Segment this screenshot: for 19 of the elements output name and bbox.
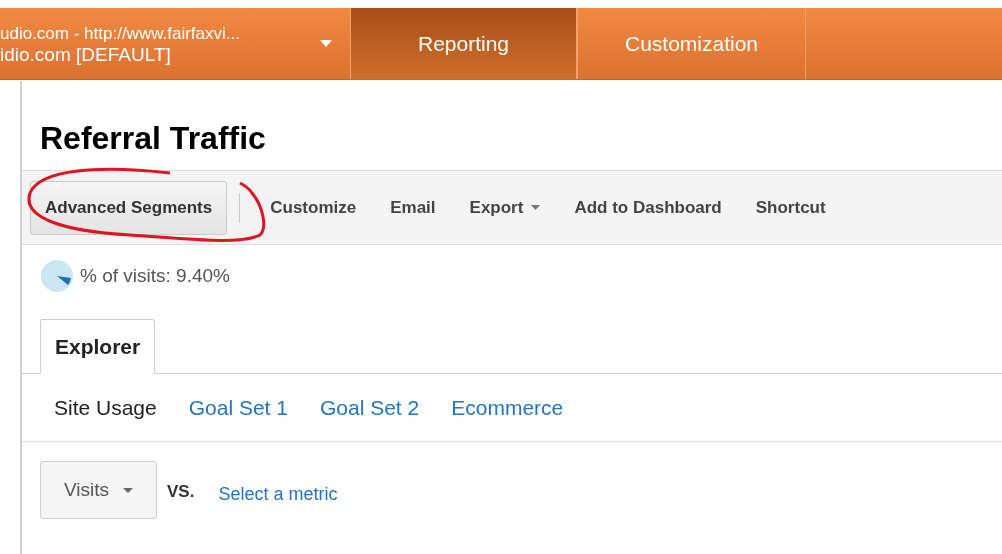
versus-label: VS. [167, 481, 195, 503]
export-menu[interactable]: Export [469, 194, 541, 221]
toolbar-link[interactable]: Email [390, 194, 436, 221]
select-metric-link[interactable]: Select a metric [218, 481, 338, 508]
view-tab[interactable]: Explorer [40, 319, 156, 374]
metric-group-tab[interactable]: Ecommerce [451, 391, 564, 424]
metric-group-tab[interactable]: Goal Set 2 [319, 391, 420, 424]
metric-group-tab[interactable]: Site Usage [54, 391, 157, 424]
page-title: Referral Traffic [39, 119, 267, 158]
metric-dropdown[interactable]: Visits [40, 461, 157, 519]
segments-button[interactable]: Advanced Segments [30, 180, 228, 235]
account-profile: idio.com [DEFAULT] [0, 43, 172, 65]
nav-tab[interactable]: Reporting [350, 8, 577, 79]
metric-group-tab[interactable]: Goal Set 1 [188, 391, 288, 424]
toolbar-link[interactable]: Shortcut [755, 194, 826, 221]
toolbar-link[interactable]: Customize [270, 194, 357, 221]
share-text: % of visits: 9.40% [80, 263, 230, 288]
toolbar-link[interactable]: Add to Dashboard [574, 194, 722, 221]
account-name: udio.com - http://www.fairfaxvi... [0, 22, 240, 44]
